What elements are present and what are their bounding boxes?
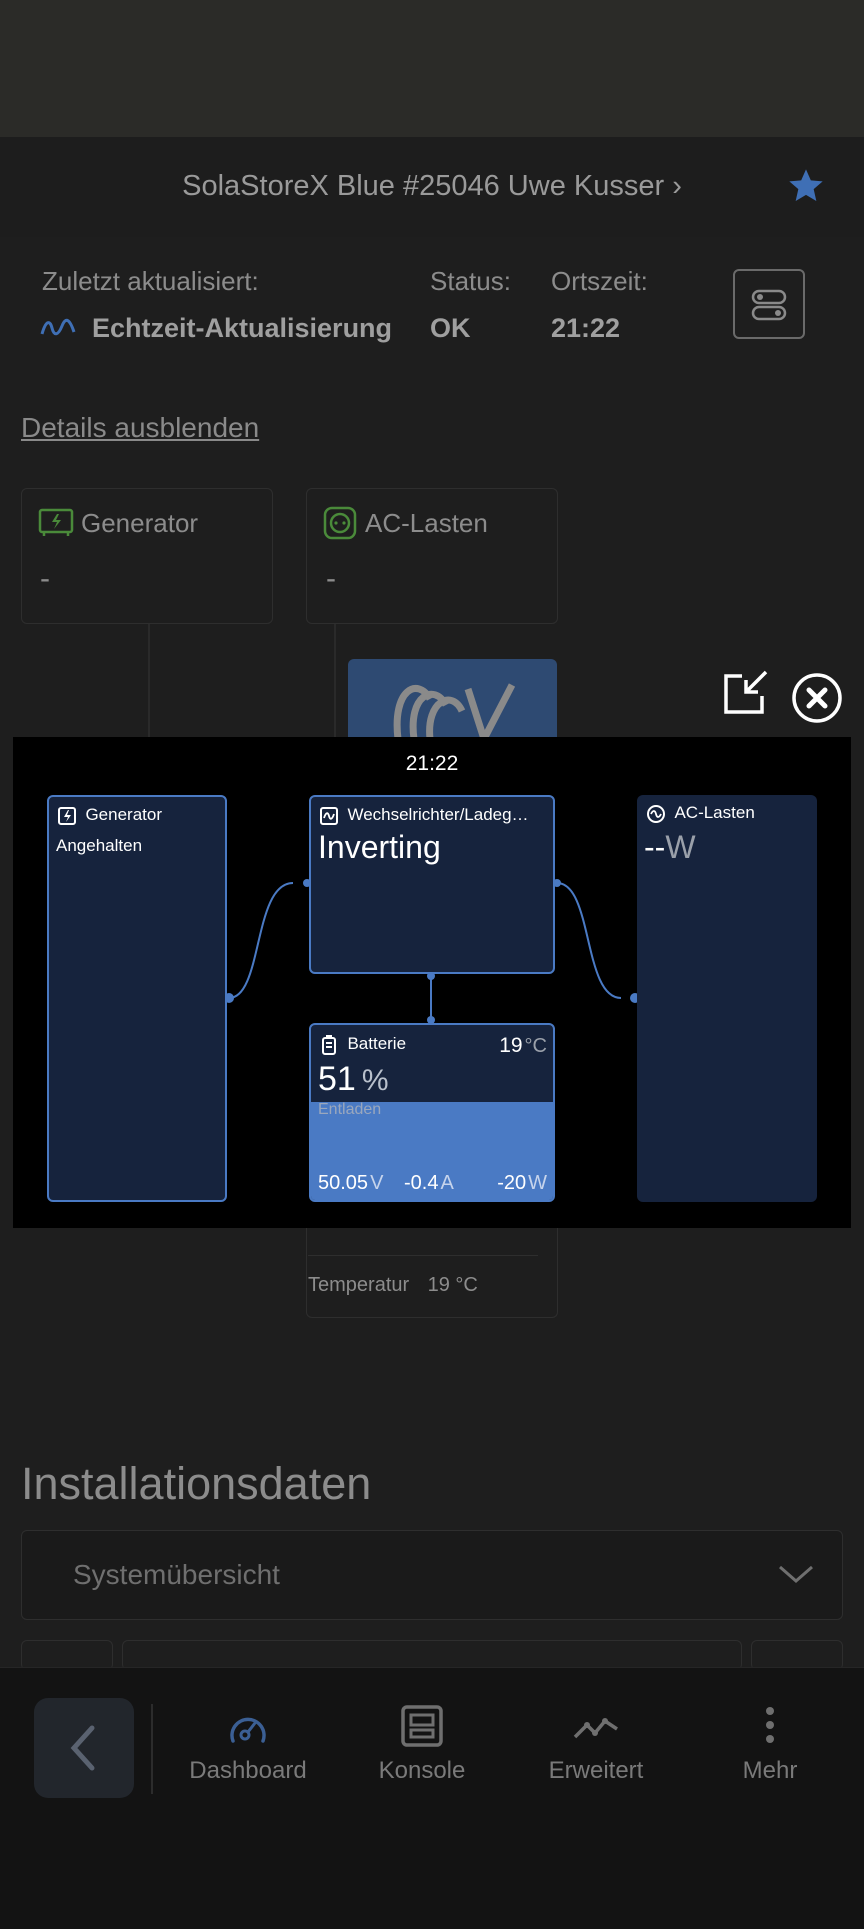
local-time-value: 21:22 [551, 313, 621, 343]
realtime-icon [40, 318, 76, 343]
nav-divider [151, 1704, 153, 1794]
generator-icon [58, 806, 76, 825]
connector-line [334, 624, 336, 737]
brand-logo [348, 659, 557, 749]
console-battery-voltage: 50.05 [318, 1172, 369, 1194]
console-ac-loads-unit: W [665, 829, 696, 865]
console-ac-loads-panel[interactable]: AC-Lasten --W [637, 795, 817, 1202]
console-inverter-state: Inverting [318, 829, 441, 865]
console-generator-panel[interactable]: Generator Angehalten [47, 795, 227, 1202]
console-generator-state: Angehalten [56, 836, 143, 855]
last-updated-label: Zuletzt aktualisiert: [42, 266, 259, 296]
installation-section-title: Installationsdaten [21, 1458, 372, 1509]
temperature-label: Temperatur [308, 1274, 410, 1296]
console-ac-loads-title: AC-Lasten [674, 803, 755, 822]
console-monitor-icon [401, 1705, 443, 1747]
console-battery-soc: 51 [318, 1060, 356, 1098]
close-circle-icon [792, 673, 842, 723]
settings-toggle-button[interactable] [733, 269, 805, 339]
nav-more[interactable]: Mehr [700, 1705, 840, 1785]
close-button[interactable] [791, 672, 843, 724]
generator-card-title: Generator [81, 508, 199, 538]
tab-stub [122, 1640, 742, 1670]
status-label: Status: [430, 266, 511, 296]
temperature-row: Temperatur 19 °C [308, 1255, 538, 1297]
nav-more-label: Mehr [742, 1757, 798, 1784]
toggle-switches-icon [751, 289, 787, 321]
console-inverter-panel[interactable]: Wechselrichter/Ladeg… Inverting [309, 795, 555, 974]
battery-icon [322, 1034, 336, 1055]
gauge-icon [230, 1717, 266, 1743]
back-button[interactable] [34, 1698, 134, 1798]
chevron-left-icon [70, 1725, 95, 1771]
tab-stub [751, 1640, 843, 1670]
generator-card-value: - [40, 562, 50, 595]
generator-icon [38, 508, 74, 543]
nav-dashboard[interactable]: Dashboard [178, 1705, 318, 1785]
console-battery-power-unit: W [528, 1172, 547, 1194]
system-overview-select-value: Systemübersicht [73, 1559, 280, 1590]
console-battery-soc-unit: % [361, 1064, 389, 1097]
popout-button[interactable] [722, 670, 768, 716]
console-battery-temp: 19 [499, 1034, 523, 1057]
ac-sine-icon [647, 804, 665, 823]
temperature-value: 19 °C [427, 1274, 478, 1296]
nav-console[interactable]: Konsole [352, 1705, 492, 1785]
console-inverter-title: Wechselrichter/Ladeg… [347, 805, 529, 824]
status-bar [0, 0, 864, 137]
tab-stub [21, 1640, 113, 1670]
nav-advanced-label: Erweitert [548, 1757, 644, 1784]
console-battery-current-unit: A [440, 1172, 454, 1194]
console-generator-title: Generator [85, 805, 162, 824]
ac-loads-card-title: AC-Lasten [365, 508, 488, 538]
site-title[interactable]: SolaStoreX Blue #25046 Uwe Kusser › [0, 170, 864, 203]
nav-dashboard-label: Dashboard [189, 1757, 307, 1784]
more-dots-icon [766, 1707, 774, 1743]
socket-icon [323, 506, 357, 545]
ac-loads-card-value: - [326, 562, 336, 595]
console-battery-power: -20 [497, 1172, 527, 1194]
last-updated-value: Echtzeit-Aktualisierung [92, 313, 393, 343]
inverter-icon [320, 806, 338, 825]
console-battery-temp-unit: °C [524, 1035, 547, 1057]
system-overview-select[interactable]: Systemübersicht [21, 1530, 843, 1620]
nav-console-label: Konsole [378, 1757, 466, 1784]
status-value: OK [430, 313, 471, 343]
console-battery-current: -0.4 [404, 1172, 439, 1194]
hide-details-link[interactable]: Details ausblenden [21, 412, 259, 444]
console-battery-state: Entladen [318, 1101, 382, 1118]
chevron-down-icon [779, 1565, 813, 1583]
console-ac-loads-power: -- [644, 829, 666, 865]
popout-icon [724, 670, 768, 714]
local-time-label: Ortszeit: [551, 266, 648, 296]
console-battery-voltage-unit: V [370, 1172, 384, 1194]
console-battery-title: Batterie [347, 1034, 407, 1053]
console-battery-panel[interactable]: Batterie 19 °C 51% Entladen 50.05 V -0.4 A … [309, 1023, 555, 1202]
trend-line-icon [573, 1718, 618, 1739]
connector-line [148, 624, 150, 737]
nav-advanced[interactable]: Erweitert [526, 1705, 666, 1785]
favorite-star-icon[interactable] [786, 166, 826, 206]
